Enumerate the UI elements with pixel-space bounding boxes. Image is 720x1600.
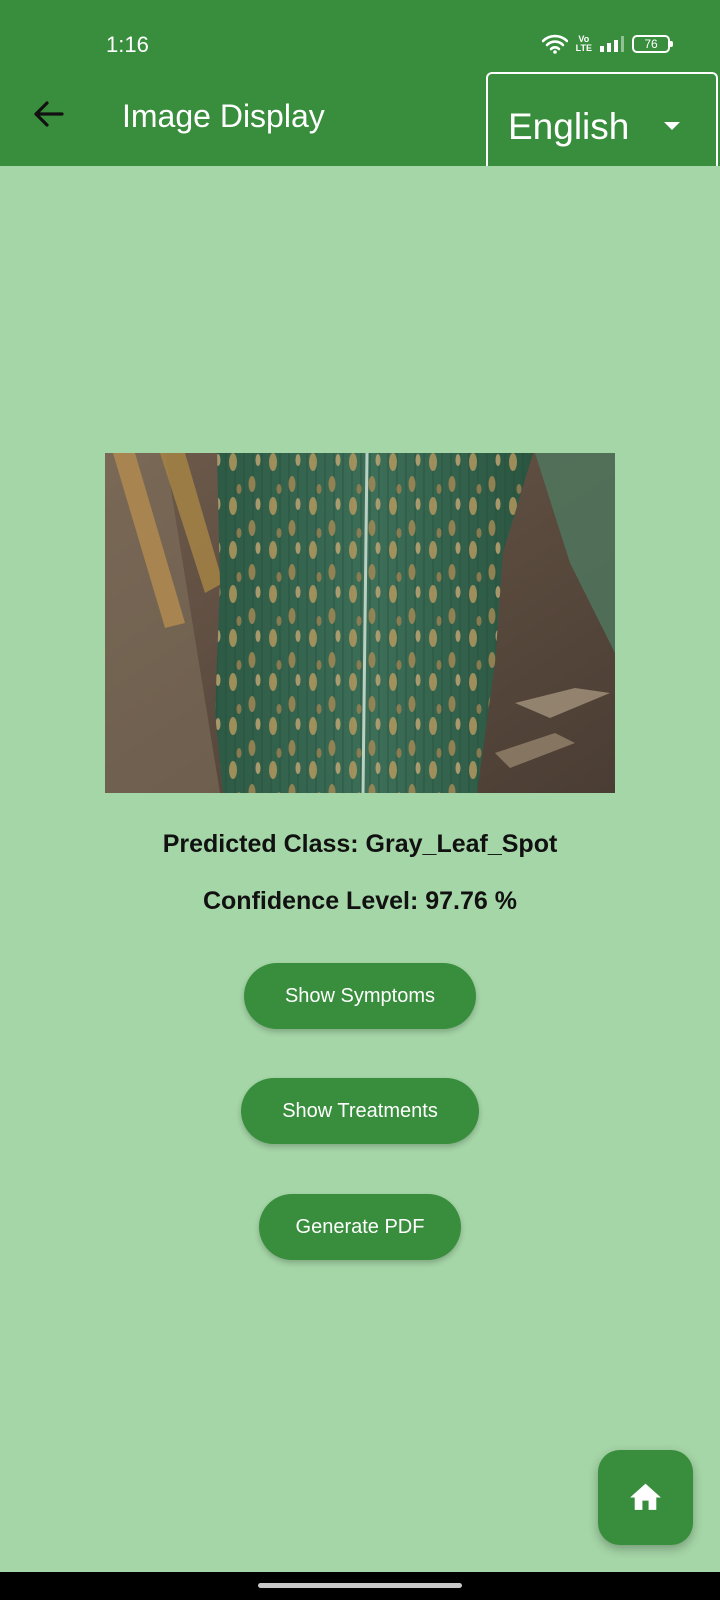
- app-bar: Image Display English: [0, 72, 720, 166]
- show-symptoms-button[interactable]: Show Symptoms: [244, 963, 476, 1029]
- language-dropdown[interactable]: English: [486, 72, 718, 166]
- page-title: Image Display: [122, 98, 325, 134]
- battery-icon: 76: [632, 35, 673, 53]
- back-button[interactable]: [28, 94, 68, 134]
- status-time: 1:16: [106, 32, 149, 57]
- home-icon: [630, 1483, 661, 1510]
- confidence-level: Confidence Level: 97.76 %: [202, 887, 517, 915]
- leaf-image: [105, 453, 615, 793]
- predicted-class: Predicted Class: Gray_Leaf_Spot: [162, 830, 558, 858]
- volte-icon: Vo LTE: [575, 34, 592, 53]
- status-bar: 1:16 Vo LTE 76: [0, 0, 720, 72]
- caret-down-icon: [664, 122, 680, 130]
- generate-pdf-button[interactable]: Generate PDF: [259, 1194, 461, 1260]
- status-icons: Vo LTE 76: [541, 34, 673, 54]
- home-button[interactable]: [598, 1450, 693, 1545]
- language-selected: English: [508, 106, 628, 147]
- arrow-left-icon: [34, 101, 64, 127]
- signal-icon: [600, 36, 624, 52]
- system-nav-bar: [0, 1572, 720, 1600]
- show-treatments-button[interactable]: Show Treatments: [241, 1078, 479, 1144]
- gesture-handle[interactable]: [258, 1583, 462, 1588]
- wifi-icon: [541, 34, 568, 54]
